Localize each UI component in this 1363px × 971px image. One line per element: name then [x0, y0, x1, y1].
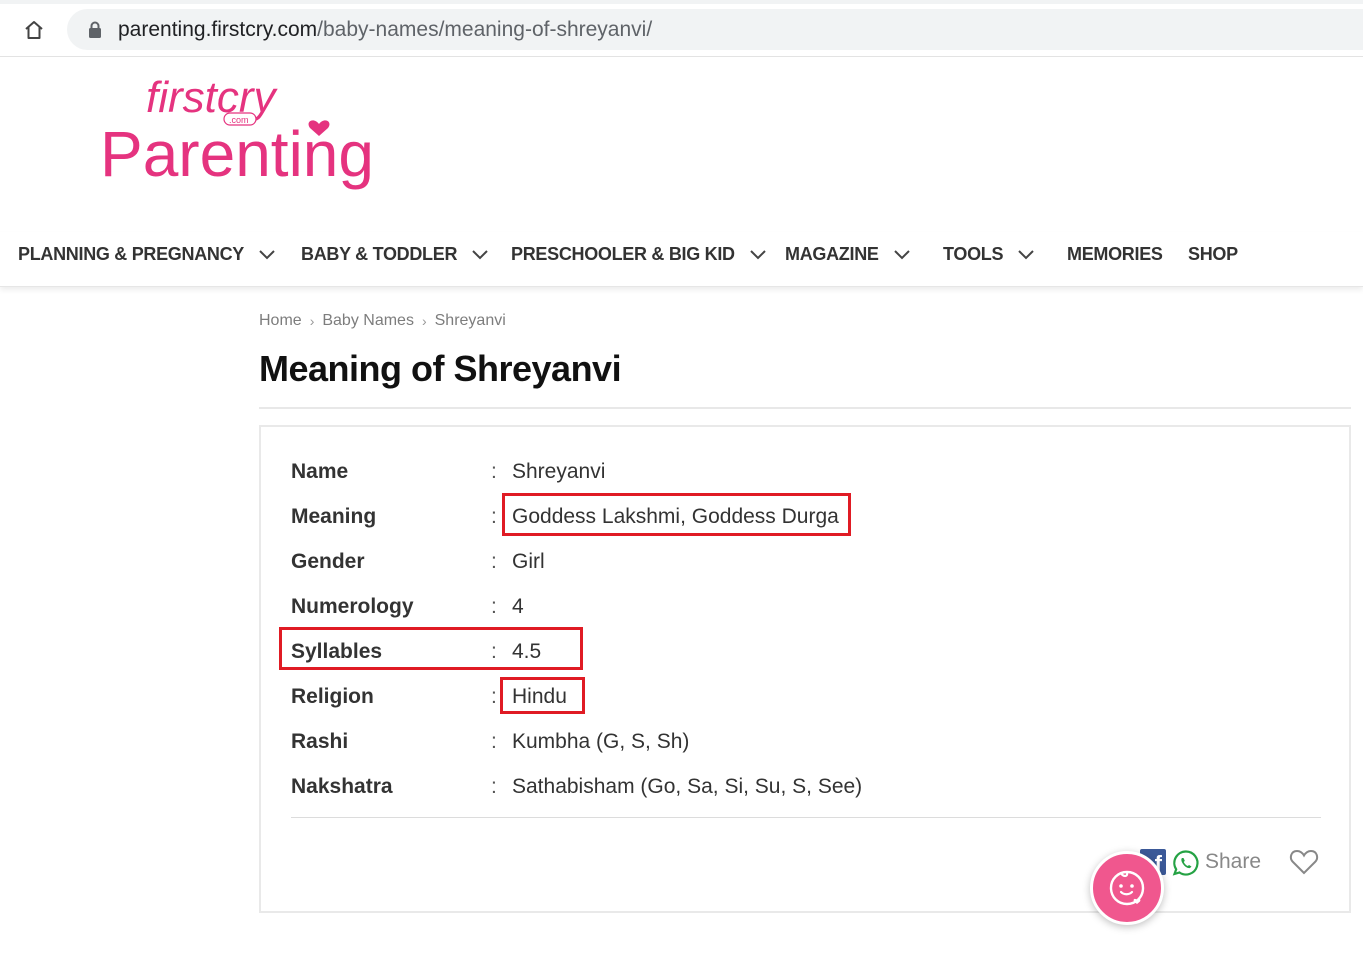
nav-baby-toddler[interactable]: BABY & TODDLER — [301, 242, 489, 266]
chevron-down-icon — [750, 250, 766, 260]
detail-colon: : — [491, 595, 497, 618]
svg-text:firstcry: firstcry — [146, 73, 279, 122]
detail-label: Gender — [291, 550, 365, 573]
detail-colon: : — [491, 550, 497, 573]
breadcrumb: Home › Baby Names › Shreyanvi — [259, 312, 506, 330]
nav-tools[interactable]: TOOLS — [943, 242, 1035, 266]
detail-value: 4 — [512, 595, 524, 618]
title-divider — [259, 407, 1351, 409]
browser-toolbar: parenting.firstcry.com/baby-names/meanin… — [0, 0, 1363, 57]
breadcrumb-separator: › — [309, 313, 315, 329]
detail-value: Shreyanvi — [512, 460, 606, 483]
detail-value: Girl — [512, 550, 545, 573]
highlight-box-meaning — [502, 493, 851, 536]
firstcry-parenting-logo[interactable]: firstcry .com Parenting — [98, 72, 410, 190]
breadcrumb-separator: › — [421, 313, 427, 329]
nav-memories[interactable]: MEMORIES — [1067, 242, 1163, 266]
detail-label: Name — [291, 460, 349, 483]
baby-face-chat-button[interactable] — [1090, 851, 1164, 925]
chevron-down-icon — [259, 250, 275, 260]
svg-text:Parenting: Parenting — [100, 118, 374, 190]
chevron-down-icon — [1018, 250, 1034, 260]
highlight-box-syllables — [279, 627, 583, 670]
chevron-down-icon — [893, 250, 910, 260]
lock-icon — [89, 21, 101, 38]
detail-colon: : — [491, 685, 497, 708]
breadcrumb-home[interactable]: Home — [259, 312, 302, 330]
url-text: parenting.firstcry.com/baby-names/meanin… — [118, 18, 653, 41]
highlight-box-religion — [500, 677, 585, 714]
detail-colon: : — [491, 505, 497, 528]
card-divider — [291, 817, 1321, 818]
detail-label: Meaning — [291, 505, 377, 528]
detail-label: Religion — [291, 685, 374, 708]
breadcrumb-current: Shreyanvi — [434, 312, 506, 329]
detail-label: Nakshatra — [291, 775, 393, 798]
whatsapp-icon[interactable] — [1172, 849, 1200, 877]
breadcrumb-baby-names[interactable]: Baby Names — [322, 312, 414, 330]
detail-colon: : — [491, 460, 497, 483]
detail-label: Rashi — [291, 730, 349, 753]
nav-preschooler-big-kid[interactable]: PRESCHOOLER & BIG KID — [511, 242, 767, 266]
address-bar[interactable]: parenting.firstcry.com/baby-names/meanin… — [67, 9, 1363, 50]
nav-planning-pregnancy[interactable]: PLANNING & PREGNANCY — [18, 242, 276, 266]
home-icon[interactable] — [18, 14, 50, 46]
heart-icon[interactable] — [1289, 848, 1319, 876]
detail-value: Kumbha (G, S, Sh) — [512, 730, 690, 753]
browser-tab-strip — [0, 0, 1363, 4]
detail-label: Numerology — [291, 595, 414, 618]
page-title: Meaning of Shreyanvi — [259, 348, 622, 389]
nav-magazine[interactable]: MAGAZINE — [785, 242, 911, 266]
detail-colon: : — [491, 730, 497, 753]
detail-value: Sathabisham (Go, Sa, Si, Su, S, See) — [512, 775, 863, 798]
nav-shop[interactable]: SHOP — [1188, 242, 1238, 266]
baby-face-icon — [1109, 870, 1145, 906]
main-navigation: PLANNING & PREGNANCY BABY & TODDLER PRES… — [0, 232, 1363, 287]
share-label[interactable]: Share — [1205, 850, 1261, 874]
chevron-down-icon — [472, 250, 488, 260]
detail-colon: : — [491, 775, 497, 798]
